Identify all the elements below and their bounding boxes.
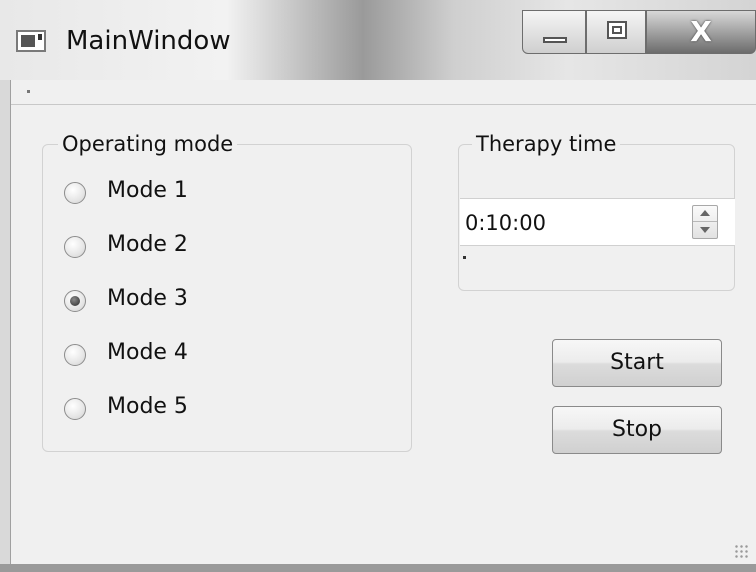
main-window: MainWindow X Operating mode Mode 1 Mode … — [0, 0, 756, 572]
spin-up-button[interactable] — [693, 206, 717, 222]
operating-mode-group — [42, 144, 412, 452]
minimize-icon — [543, 37, 567, 43]
therapy-time-title: Therapy time — [472, 132, 621, 156]
radio-checked-icon[interactable] — [64, 290, 86, 312]
spin-down-button[interactable] — [693, 222, 717, 238]
operating-mode-title: Operating mode — [58, 132, 238, 156]
menu-handle — [27, 90, 30, 93]
spin-buttons — [692, 205, 718, 239]
close-button[interactable]: X — [646, 10, 756, 54]
caption-buttons: X — [522, 10, 756, 54]
radio-label[interactable]: Mode 1 — [107, 178, 188, 203]
start-button[interactable]: Start — [552, 339, 722, 387]
radio-icon[interactable] — [64, 182, 86, 204]
resize-grip-icon[interactable] — [734, 544, 748, 558]
radio-icon[interactable] — [64, 344, 86, 366]
window-bottom-edge — [0, 564, 756, 572]
arrow-down-icon — [700, 227, 710, 233]
close-icon: X — [690, 15, 712, 48]
radio-label[interactable]: Mode 3 — [107, 286, 188, 311]
title-bar[interactable]: MainWindow X — [0, 0, 756, 80]
client-area: Operating mode Mode 1 Mode 2 Mode 3 Mode… — [10, 80, 756, 564]
minimize-button[interactable] — [522, 10, 586, 54]
app-icon[interactable] — [16, 30, 46, 52]
radio-label[interactable]: Mode 2 — [107, 232, 188, 257]
maximize-button[interactable] — [586, 10, 646, 54]
spinbox-mark — [463, 256, 466, 259]
radio-label[interactable]: Mode 4 — [107, 340, 188, 365]
radio-label[interactable]: Mode 5 — [107, 394, 188, 419]
therapy-time-spinbox[interactable]: 0:10:00 — [460, 198, 735, 246]
radio-icon[interactable] — [64, 398, 86, 420]
window-title: MainWindow — [66, 26, 231, 56]
arrow-up-icon — [700, 210, 710, 216]
therapy-time-value[interactable]: 0:10:00 — [465, 211, 546, 235]
maximize-icon — [607, 21, 627, 39]
stop-button[interactable]: Stop — [552, 406, 722, 454]
menu-bar — [11, 80, 756, 105]
radio-icon[interactable] — [64, 236, 86, 258]
